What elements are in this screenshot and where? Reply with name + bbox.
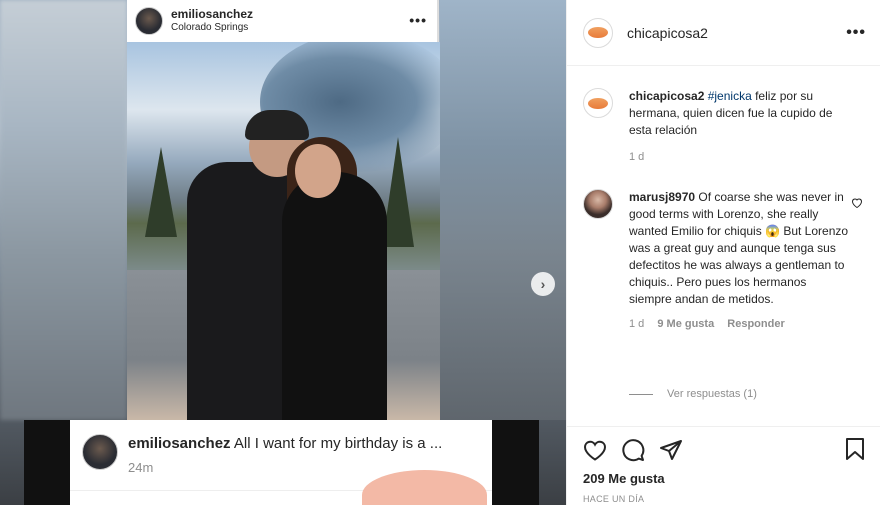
panel-header: chicapicosa2 ••• bbox=[567, 0, 880, 66]
caption-time[interactable]: 1 d bbox=[629, 151, 644, 163]
avatar[interactable] bbox=[583, 17, 613, 48]
action-bar: 209 Me gusta HACE UN DÍA bbox=[567, 426, 880, 505]
post-media-area: emiliosanchez Colorado Springs ••• › emi… bbox=[0, 0, 566, 505]
likes-count[interactable]: 209 Me gusta bbox=[583, 471, 865, 486]
posted-ago: HACE UN DÍA bbox=[583, 494, 645, 504]
view-replies-button[interactable]: Ver respuestas (1) bbox=[629, 388, 757, 400]
view-replies-label: Ver respuestas (1) bbox=[667, 388, 757, 400]
avatar[interactable] bbox=[82, 434, 118, 470]
blurred-background-right bbox=[440, 0, 566, 420]
reply-button[interactable]: Responder bbox=[727, 318, 784, 330]
heart-icon[interactable] bbox=[583, 439, 607, 466]
embedded-location[interactable]: Colorado Springs bbox=[171, 21, 253, 34]
more-dots-icon[interactable]: ••• bbox=[846, 24, 866, 42]
story-line: emiliosanchez All I want for my birthday… bbox=[128, 435, 442, 452]
caption-username[interactable]: chicapicosa2 bbox=[629, 89, 704, 103]
like-comment-heart-icon[interactable] bbox=[851, 197, 863, 211]
lips-logo-icon bbox=[588, 27, 608, 38]
embedded-username[interactable]: emiliosanchez bbox=[171, 8, 253, 21]
chevron-right-icon: › bbox=[540, 276, 546, 292]
comment-item: marusj8970 Of coarse she was never in go… bbox=[583, 189, 873, 330]
person-man bbox=[187, 162, 297, 420]
caption: chicapicosa2 #jenicka feliz por su herma… bbox=[583, 88, 873, 163]
person-woman bbox=[282, 172, 387, 420]
avatar[interactable] bbox=[135, 7, 163, 35]
comment-text: Of coarse she was never in good terms wi… bbox=[629, 190, 849, 306]
avatar[interactable] bbox=[583, 189, 613, 219]
more-dots-icon[interactable]: ••• bbox=[409, 12, 427, 28]
post-photo[interactable] bbox=[127, 42, 440, 420]
comment-username[interactable]: marusj8970 bbox=[629, 190, 695, 204]
bookmark-icon[interactable] bbox=[845, 437, 865, 466]
share-icon[interactable] bbox=[659, 439, 683, 466]
hashtag-link[interactable]: #jenicka bbox=[708, 89, 752, 103]
lips-logo-icon bbox=[588, 97, 608, 109]
tree bbox=[145, 147, 177, 237]
embedded-post-header: emiliosanchez Colorado Springs ••• bbox=[127, 0, 439, 42]
comment-likes[interactable]: 9 Me gusta bbox=[657, 318, 714, 330]
avatar[interactable] bbox=[583, 88, 613, 118]
comment-time[interactable]: 1 d bbox=[629, 318, 644, 330]
comment-icon[interactable] bbox=[621, 438, 645, 467]
next-arrow-button[interactable]: › bbox=[531, 272, 555, 296]
panel-username[interactable]: chicapicosa2 bbox=[627, 25, 708, 41]
story-time: 24m bbox=[128, 460, 154, 475]
blurred-background-left bbox=[0, 0, 127, 420]
story-text: All I want for my birthday is a ... bbox=[233, 435, 443, 452]
story-username[interactable]: emiliosanchez bbox=[128, 435, 231, 452]
post-side-panel: chicapicosa2 ••• chicapicosa2 #jenicka f… bbox=[566, 0, 880, 505]
